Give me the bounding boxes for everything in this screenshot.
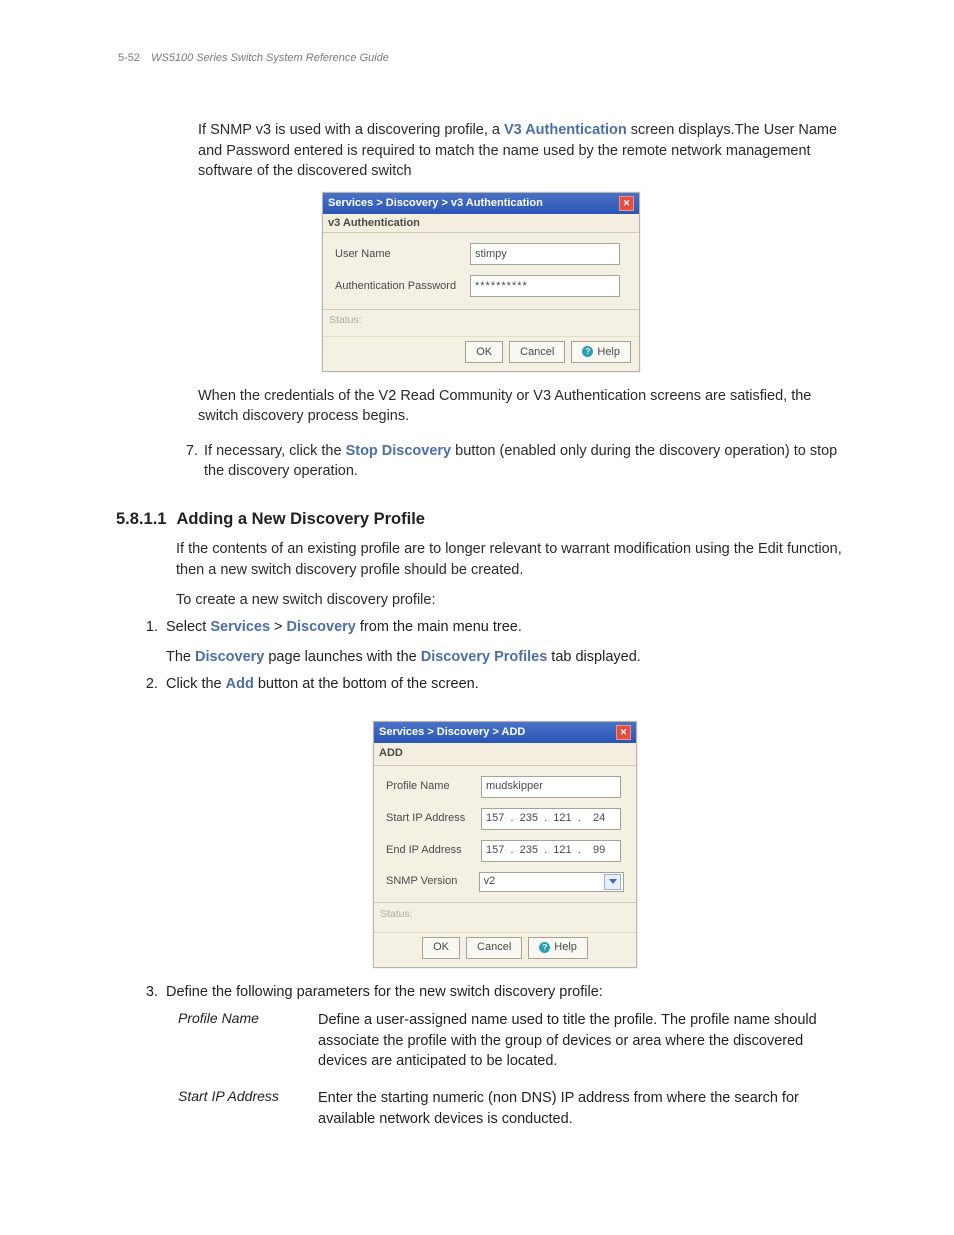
- password-input[interactable]: **********: [470, 275, 620, 297]
- snmp-version-select[interactable]: v2: [479, 872, 624, 892]
- section-p2: To create a new switch discovery profile…: [176, 590, 844, 611]
- param-profile-name: Profile Name Define a user-assigned name…: [178, 1010, 844, 1072]
- help-button[interactable]: Help: [571, 341, 631, 363]
- snmp-version-label: SNMP Version: [386, 874, 479, 890]
- step-3: Define the following parameters for the …: [162, 982, 844, 1003]
- close-icon[interactable]: [619, 196, 634, 211]
- section-heading: 5.8.1.1 Adding a New Discovery Profile: [116, 510, 844, 529]
- v3-auth-dialog: Services > Discovery > v3 Authentication…: [322, 192, 640, 372]
- cancel-button[interactable]: Cancel: [466, 937, 522, 959]
- username-label: User Name: [335, 248, 470, 260]
- section-title: Adding a New Discovery Profile: [176, 510, 424, 529]
- profile-name-input[interactable]: mudskipper: [481, 776, 621, 798]
- start-ip-label: Start IP Address: [386, 811, 481, 827]
- end-ip-input[interactable]: 157 . 235 . 121 . 99: [481, 840, 621, 862]
- add-dialog: Services > Discovery > ADD ADD Profile N…: [373, 721, 637, 968]
- cancel-button[interactable]: Cancel: [509, 341, 565, 363]
- help-icon: [539, 942, 550, 953]
- guide-title: WS5100 Series Switch System Reference Gu…: [151, 52, 389, 64]
- step-1: Select Services > Discovery from the mai…: [162, 617, 844, 668]
- username-input[interactable]: stimpy: [470, 243, 620, 265]
- help-button[interactable]: Help: [528, 937, 588, 959]
- ok-button[interactable]: OK: [422, 937, 460, 959]
- page-header: 5-52 WS5100 Series Switch System Referen…: [118, 52, 844, 64]
- close-icon[interactable]: [616, 725, 631, 740]
- dialog-subtitle: v3 Authentication: [323, 214, 639, 233]
- chevron-down-icon: [604, 874, 621, 890]
- section-number: 5.8.1.1: [116, 510, 166, 529]
- dialog-title: Services > Discovery > ADD: [379, 725, 525, 741]
- help-icon: [582, 346, 593, 357]
- status-label: Status:: [374, 902, 636, 932]
- page-number: 5-52: [118, 52, 140, 64]
- status-label: Status:: [323, 309, 639, 336]
- post-dialog-paragraph: When the credentials of the V2 Read Comm…: [198, 386, 844, 427]
- intro-paragraph: If SNMP v3 is used with a discovering pr…: [198, 120, 844, 182]
- step-2: Click the Add button at the bottom of th…: [162, 674, 844, 968]
- profile-name-label: Profile Name: [386, 779, 481, 795]
- section-p1: If the contents of an existing profile a…: [176, 539, 844, 580]
- step-7: 7. If necessary, click the Stop Discover…: [178, 441, 844, 482]
- param-start-ip: Start IP Address Enter the starting nume…: [178, 1088, 844, 1129]
- stop-discovery-term: Stop Discovery: [346, 443, 452, 459]
- v3-auth-term: V3 Authentication: [504, 122, 627, 138]
- end-ip-label: End IP Address: [386, 843, 481, 859]
- dialog-title: Services > Discovery > v3 Authentication: [328, 197, 543, 209]
- ok-button[interactable]: OK: [465, 341, 503, 363]
- dialog-subtitle: ADD: [374, 743, 636, 766]
- start-ip-input[interactable]: 157 . 235 . 121 . 24: [481, 808, 621, 830]
- password-label: Authentication Password: [335, 280, 470, 292]
